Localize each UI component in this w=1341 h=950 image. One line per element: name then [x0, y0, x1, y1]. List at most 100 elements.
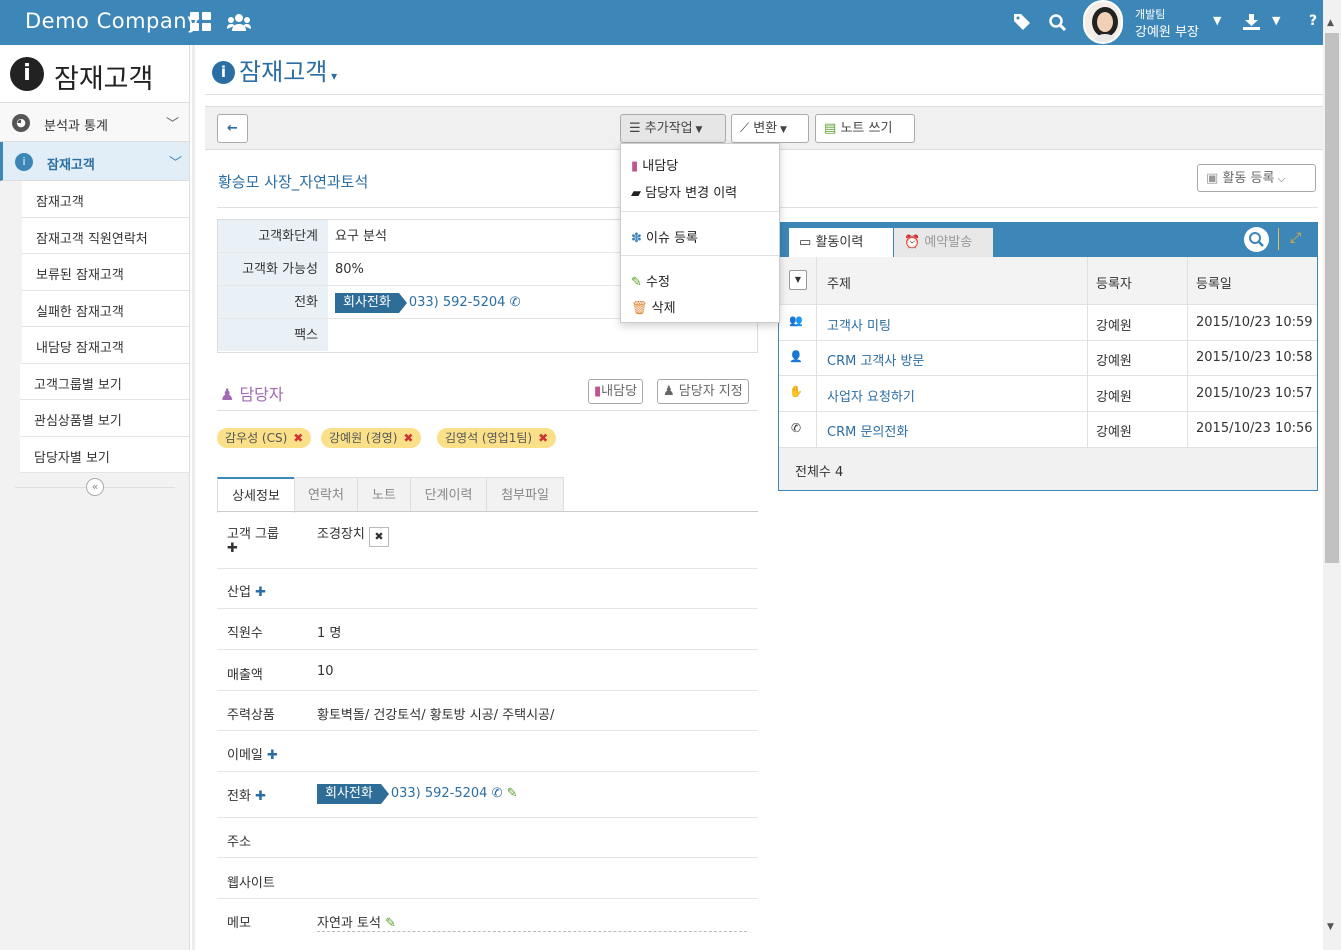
- tab-contacts[interactable]: 연락처: [294, 477, 358, 512]
- sidebar-item-prospects[interactable]: i 잠재고객 ﹀: [0, 142, 189, 181]
- menu-item-edit[interactable]: ✎ 수정: [631, 271, 670, 290]
- write-note-button[interactable]: ▤ 노트 쓰기: [815, 114, 915, 143]
- menu-item-manager-history[interactable]: ▰ 담당자 변경 이력: [631, 182, 737, 201]
- activity-subject[interactable]: 사업자 요청하기: [827, 386, 915, 405]
- record-name: 황승모 사장_자연과토석: [218, 173, 369, 191]
- sidebar-collapse-button[interactable]: «: [86, 478, 104, 496]
- avatar[interactable]: [1083, 0, 1123, 44]
- activity-date: 2015/10/23 10:58: [1196, 350, 1313, 365]
- edit-icon: ✎: [631, 275, 642, 290]
- table-row[interactable]: ✋ 사업자 요청하기 강예원 2015/10/23 10:57: [779, 376, 1317, 412]
- remove-group-button[interactable]: ✖: [368, 527, 389, 547]
- activity-author: 강예원: [1096, 354, 1132, 369]
- remove-icon[interactable]: ✖: [403, 431, 413, 445]
- column-separator: [1187, 257, 1188, 448]
- field-label: 전화: [218, 286, 328, 318]
- column-header-author[interactable]: 등록자: [1096, 273, 1132, 292]
- phone-icon[interactable]: ✆: [510, 295, 521, 310]
- divider: [1278, 228, 1279, 250]
- history-icon: ▭: [799, 235, 812, 250]
- download-icon[interactable]: [1243, 14, 1260, 30]
- tab-stage-history[interactable]: 단계이력: [410, 477, 487, 512]
- add-icon[interactable]: ✚: [255, 789, 266, 804]
- tab-scheduled-send[interactable]: ⏰ 예약발송: [894, 228, 993, 257]
- tags-icon[interactable]: [1013, 13, 1031, 31]
- add-icon[interactable]: ✚: [227, 541, 238, 556]
- sidebar-subitem[interactable]: 실패한 잠재고객: [22, 290, 189, 327]
- divider: [205, 94, 1323, 95]
- table-row[interactable]: 👥 고객사 미팅 강예원 2015/10/23 10:59: [779, 305, 1317, 341]
- sidebar-subitem[interactable]: 고객그룹별 보기: [20, 363, 189, 400]
- dashboard-grid-icon[interactable]: [190, 12, 212, 32]
- alarm-clock-icon: ⏰: [904, 235, 921, 250]
- scroll-down-icon[interactable]: ▼: [1327, 922, 1334, 932]
- activity-subject[interactable]: CRM 고객사 방문: [827, 350, 924, 369]
- menu-item-delete[interactable]: 🗑 삭제: [631, 297, 676, 316]
- back-button[interactable]: ←: [217, 114, 248, 143]
- table-row[interactable]: ✆ CRM 문의전화 강예원 2015/10/23 10:56: [779, 412, 1317, 448]
- download-caret-icon[interactable]: ▼: [1272, 14, 1280, 27]
- remove-icon[interactable]: ✖: [293, 431, 303, 445]
- tab-notes[interactable]: 노트: [357, 477, 411, 512]
- add-icon[interactable]: ✚: [267, 748, 278, 763]
- request-icon: ✋: [789, 385, 803, 398]
- mine-button[interactable]: ▮내담당: [588, 379, 644, 404]
- column-separator: [816, 257, 817, 448]
- tab-activity-history[interactable]: ▭ 활동이력: [789, 228, 893, 257]
- add-icon[interactable]: ✚: [255, 585, 266, 600]
- column-header-date[interactable]: 등록일: [1196, 273, 1232, 292]
- activity-subject[interactable]: 고객사 미팅: [827, 315, 891, 334]
- detail-row: 주력상품 황토벽돌/ 건강토석/ 황토방 시공/ 주택시공/: [217, 691, 758, 731]
- tab-attachments[interactable]: 첨부파일: [486, 477, 564, 512]
- select-all-dropdown[interactable]: ▼: [789, 270, 807, 290]
- field-label: 고객화 가능성: [218, 253, 328, 285]
- manager-chip: 감우성 (CS) ✖: [217, 428, 312, 448]
- expand-icon[interactable]: ⤢: [1290, 230, 1301, 246]
- search-icon[interactable]: [1049, 14, 1066, 31]
- activity-panel: ▭ 활동이력 ⏰ 예약발송 ⤢ ▼ 주제 등록자 등록일 👥 고객사 미팅 강예…: [778, 222, 1318, 491]
- brand-name[interactable]: Demo Company: [25, 9, 200, 33]
- edit-icon[interactable]: ✎: [385, 916, 396, 931]
- menu-item-mine[interactable]: ▮ 내담당: [631, 155, 678, 174]
- user-name[interactable]: 강예원 부장: [1135, 21, 1199, 40]
- table-row[interactable]: 👤 CRM 고객사 방문 강예원 2015/10/23 10:58: [779, 341, 1317, 376]
- column-header-subject[interactable]: 주제: [827, 273, 851, 292]
- users-icon[interactable]: [227, 12, 251, 32]
- menu-item-register-issue[interactable]: ✽ 이슈 등록: [631, 227, 698, 246]
- sidebar-subitem[interactable]: 잠재고객: [22, 181, 189, 218]
- extra-actions-button[interactable]: ☰ 추가작업 ▼: [620, 114, 726, 143]
- detail-label: 메모: [227, 916, 251, 931]
- help-icon[interactable]: ?: [1309, 13, 1317, 29]
- scroll-up-icon[interactable]: ▲: [1327, 18, 1334, 28]
- activity-subject[interactable]: CRM 문의전화: [827, 421, 908, 440]
- sidebar-subitem[interactable]: 관심상품별 보기: [20, 400, 189, 437]
- search-button[interactable]: [1244, 227, 1269, 252]
- register-activity-button[interactable]: ▣ 활동 등록 ⌵: [1197, 164, 1316, 192]
- sidebar-item-analytics[interactable]: ◕ 분석과 통계 ﹀: [0, 103, 189, 142]
- convert-button[interactable]: ⟋ 변환 ▼: [731, 114, 809, 143]
- phone-link[interactable]: 033) 592-5204: [409, 295, 506, 310]
- sidebar-subitem[interactable]: 보류된 잠재고객: [22, 254, 189, 291]
- user-team: 개발팀: [1135, 8, 1166, 21]
- detail-label: 웹사이트: [227, 876, 275, 891]
- tab-details[interactable]: 상세정보: [217, 477, 295, 513]
- page-title[interactable]: i 잠재고객 ▾: [212, 52, 337, 87]
- detail-label: 고객 그룹: [227, 527, 279, 542]
- activity-date: 2015/10/23 10:59: [1196, 315, 1313, 330]
- assign-manager-button[interactable]: ♟ 담당자 지정: [657, 379, 749, 404]
- phone-icon[interactable]: ✆: [492, 786, 503, 801]
- activity-author: 강예원: [1096, 425, 1132, 440]
- edit-icon[interactable]: ✎: [507, 786, 518, 801]
- sidebar-subitem[interactable]: 담당자별 보기: [20, 436, 189, 473]
- sidebar-subitem[interactable]: 내담당 잠재고객: [22, 327, 189, 364]
- remove-icon[interactable]: ✖: [538, 431, 548, 445]
- phone-link[interactable]: 033) 592-5204: [391, 786, 488, 801]
- detail-row: 웹사이트: [217, 858, 758, 899]
- user-icon: ♟: [220, 385, 235, 404]
- managers-title: ♟ 담당자: [220, 385, 284, 404]
- sidebar-subitem[interactable]: 잠재고객 직원연락처: [22, 217, 189, 254]
- caret-down-icon: ▼: [777, 125, 787, 135]
- user-menu-caret-icon[interactable]: ▼: [1213, 14, 1221, 27]
- detail-row: 주소: [217, 818, 758, 858]
- scrollbar-thumb[interactable]: [1325, 33, 1339, 563]
